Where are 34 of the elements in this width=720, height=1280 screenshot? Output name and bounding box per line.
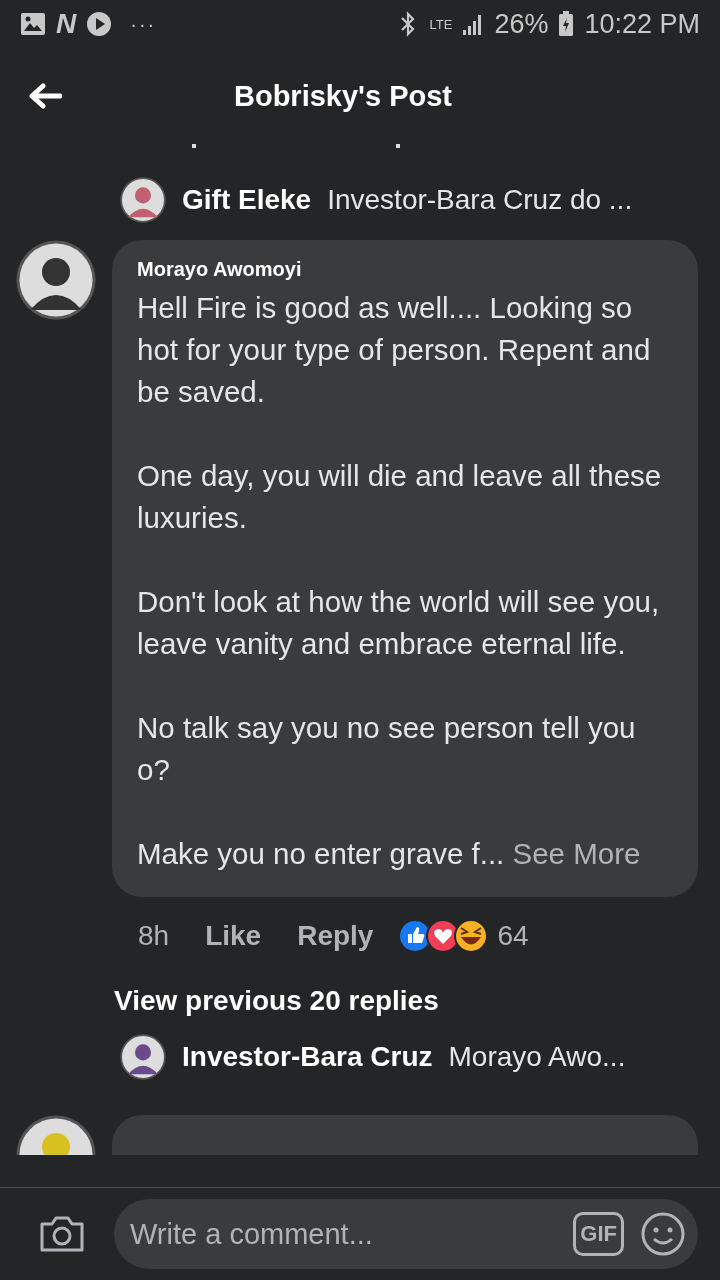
reaction-count: 64 bbox=[497, 920, 529, 952]
app-letter: N bbox=[56, 8, 77, 40]
comment-input[interactable]: Write a comment... GIF bbox=[114, 1199, 698, 1269]
back-button[interactable] bbox=[28, 83, 62, 109]
more-notifications: ··· bbox=[130, 12, 157, 36]
battery-icon bbox=[558, 11, 575, 37]
comment-text: No talk say you no see person tell you o? bbox=[137, 710, 637, 788]
page-title: Bobrisky's Post bbox=[233, 79, 453, 113]
clock: 10:22 PM bbox=[584, 8, 700, 40]
comment-time: 8h bbox=[138, 920, 170, 952]
comment-text: One day, you will die and leave all these luxuries. bbox=[137, 458, 663, 536]
network-type: LTE bbox=[429, 17, 453, 31]
dot-mark bbox=[396, 144, 400, 148]
camera-icon[interactable] bbox=[38, 1214, 86, 1254]
gallery-icon bbox=[20, 12, 46, 36]
reply-author[interactable]: Investor-Bara Cruz bbox=[182, 1041, 433, 1073]
see-more-link[interactable]: See More bbox=[512, 837, 641, 870]
comment-author[interactable]: Morayo Awomoyi bbox=[137, 258, 672, 281]
reply-button[interactable]: Reply bbox=[297, 920, 374, 952]
like-button[interactable]: Like bbox=[205, 920, 262, 952]
avatar bbox=[120, 1034, 166, 1080]
view-previous-replies-link[interactable]: View previous 20 replies bbox=[0, 961, 720, 1017]
battery-percent: 26% bbox=[494, 8, 549, 40]
play-icon bbox=[86, 11, 113, 37]
reply-preview: Investor-Bara Cruz do ... bbox=[327, 184, 633, 216]
comment-text: Hell Fire is good as well.... Looking so hot for your type of person. Repent and be saved. bbox=[137, 290, 652, 410]
gif-button[interactable]: GIF bbox=[573, 1212, 624, 1256]
reply-preview: Morayo Awo... bbox=[448, 1041, 626, 1073]
emoji-icon[interactable] bbox=[640, 1211, 686, 1257]
reply-author[interactable]: Gift Eleke bbox=[182, 184, 312, 216]
dot-mark bbox=[192, 144, 196, 148]
comment-text: Make you no enter grave f... See More bbox=[137, 836, 642, 872]
comment-text: Don't look at how the world will see you, leave vanity and embrace eternal life. bbox=[137, 584, 661, 662]
avatar bbox=[120, 177, 166, 223]
